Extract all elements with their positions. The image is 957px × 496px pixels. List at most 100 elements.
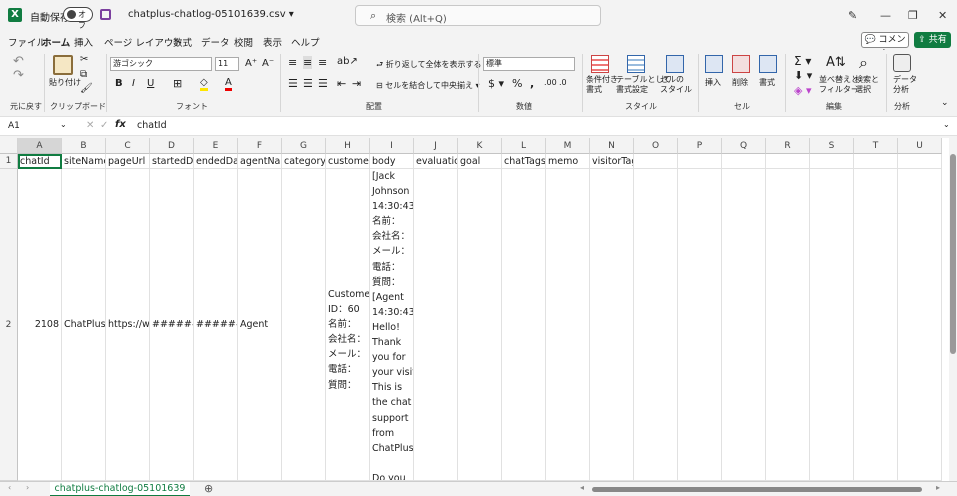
cell-c2[interactable]: https://wv xyxy=(106,169,150,481)
align-center-icon[interactable]: ☰ xyxy=(303,77,313,90)
insert-cells-icon[interactable] xyxy=(705,55,723,73)
sheet-tab[interactable]: chatplus-chatlog-05101639 xyxy=(50,482,190,496)
close-icon[interactable]: ✕ xyxy=(938,9,947,22)
decrease-decimal-icon[interactable]: .0 xyxy=(559,78,567,87)
search-input[interactable]: ⌕ 検索 (Alt+Q) xyxy=(355,5,601,26)
cell-t1[interactable] xyxy=(854,154,898,169)
collapse-ribbon-icon[interactable]: ⌄ xyxy=(941,98,949,108)
align-top-icon[interactable]: ≡ xyxy=(288,56,297,69)
italic-icon[interactable]: I xyxy=(132,78,135,89)
format-cells-label[interactable]: 書式 xyxy=(759,77,775,88)
sort-filter-icon[interactable]: A⇅ xyxy=(826,55,846,70)
cell-u2[interactable] xyxy=(898,169,942,481)
align-left-icon[interactable]: ☰ xyxy=(288,77,298,90)
cell-r2[interactable] xyxy=(766,169,810,481)
tab-formulas[interactable]: 数式 xyxy=(173,35,192,49)
delete-cells-icon[interactable] xyxy=(732,55,750,73)
font-name-select[interactable]: 游ゴシック xyxy=(110,57,212,71)
comment-button[interactable]: 💬 コメント xyxy=(861,32,909,59)
font-size-select[interactable]: 11 xyxy=(215,57,239,71)
merge-center-button[interactable]: ⊟ セルを結合して中央揃え ▾ xyxy=(376,80,480,91)
next-sheet-icon[interactable]: › xyxy=(26,483,29,492)
font-color-icon[interactable]: A xyxy=(225,77,232,91)
conditional-format-icon[interactable] xyxy=(591,55,609,73)
column-header-g[interactable]: G xyxy=(282,138,326,154)
cell-n2[interactable] xyxy=(590,169,634,481)
column-header-c[interactable]: C xyxy=(106,138,150,154)
column-header-s[interactable]: S xyxy=(810,138,854,154)
indent-increase-icon[interactable]: ⇥ xyxy=(352,77,361,90)
column-header-p[interactable]: P xyxy=(678,138,722,154)
cell-d1[interactable]: startedDat xyxy=(150,154,194,169)
percent-icon[interactable]: % xyxy=(512,77,522,90)
formula-input[interactable]: chatId xyxy=(137,120,167,131)
format-as-table-icon[interactable] xyxy=(627,55,645,73)
find-select-icon[interactable]: ⌕ xyxy=(859,53,868,73)
conditional-format-label[interactable]: 条件付き 書式 xyxy=(586,75,618,95)
tab-review[interactable]: 校閲 xyxy=(234,35,253,49)
cell-q1[interactable] xyxy=(722,154,766,169)
cell-styles-label[interactable]: セルの スタイル xyxy=(660,75,692,95)
tab-file[interactable]: ファイル xyxy=(8,35,46,49)
cell-f2[interactable]: Agent xyxy=(238,169,282,481)
orientation-icon[interactable]: ab↗ xyxy=(337,56,358,67)
decrease-font-icon[interactable]: A⁻ xyxy=(262,58,274,69)
column-header-a[interactable]: A xyxy=(18,138,62,154)
horizontal-scroll-thumb[interactable] xyxy=(592,487,922,492)
column-header-e[interactable]: E xyxy=(194,138,238,154)
cell-a2[interactable]: 2108 xyxy=(18,169,62,481)
autosave-toggle[interactable]: オフ xyxy=(63,7,93,30)
column-header-d[interactable]: D xyxy=(150,138,194,154)
column-header-h[interactable]: H xyxy=(326,138,370,154)
tab-view[interactable]: 表示 xyxy=(263,35,282,49)
insert-function-icon[interactable]: fx xyxy=(115,119,126,130)
column-header-u[interactable]: U xyxy=(898,138,942,154)
wrap-text-button[interactable]: ⮐ 折り返して全体を表示する xyxy=(376,59,482,73)
row-header-2[interactable]: 2 xyxy=(0,169,18,481)
name-box[interactable]: A1 xyxy=(4,119,66,134)
tab-help[interactable]: ヘルプ xyxy=(291,35,320,49)
increase-decimal-icon[interactable]: .00 xyxy=(544,78,557,87)
share-button[interactable]: ⇪ 共有 xyxy=(914,32,951,48)
format-cells-icon[interactable] xyxy=(759,55,777,73)
cell-n1[interactable]: visitorTags xyxy=(590,154,634,169)
cell-s1[interactable] xyxy=(810,154,854,169)
expand-formula-icon[interactable]: ⌄ xyxy=(943,120,950,129)
column-header-f[interactable]: F xyxy=(238,138,282,154)
row-header-1[interactable]: 1 xyxy=(0,154,18,169)
column-header-n[interactable]: N xyxy=(590,138,634,154)
column-header-i[interactable]: I xyxy=(370,138,414,154)
cell-k2[interactable] xyxy=(458,169,502,481)
spreadsheet-grid[interactable]: ABCDEFGHIJKLMNOPQRSTU 1 2 chatId 2108 site… xyxy=(0,138,949,481)
enter-icon[interactable]: ✓ xyxy=(100,120,108,131)
cell-p1[interactable] xyxy=(678,154,722,169)
cell-u1[interactable] xyxy=(898,154,942,169)
tab-page-layout[interactable]: ページ レイアウト xyxy=(104,35,183,49)
prev-sheet-icon[interactable]: ‹ xyxy=(8,483,11,492)
cell-g2[interactable] xyxy=(282,169,326,481)
cell-r1[interactable] xyxy=(766,154,810,169)
delete-cells-label[interactable]: 削除 xyxy=(732,77,748,88)
underline-icon[interactable]: U xyxy=(147,78,154,89)
fill-color-icon[interactable]: ◇ xyxy=(200,77,208,91)
align-right-icon[interactable]: ☰ xyxy=(318,77,328,90)
cell-p2[interactable] xyxy=(678,169,722,481)
cell-q2[interactable] xyxy=(722,169,766,481)
copy-icon[interactable]: ⧉ xyxy=(80,69,87,80)
indent-decrease-icon[interactable]: ⇤ xyxy=(337,77,346,90)
cell-d2[interactable]: ######## xyxy=(150,169,194,481)
redo-icon[interactable]: ↷ xyxy=(13,68,24,83)
data-analysis-icon[interactable] xyxy=(893,54,911,72)
vertical-scroll-thumb[interactable] xyxy=(950,154,956,354)
cell-i2[interactable]: [Jack Johnson 14:30:43] 名前： 会社名： メール： 電話… xyxy=(370,169,414,481)
fill-icon[interactable]: ⬇ ▾ xyxy=(794,69,812,82)
bold-icon[interactable]: B xyxy=(115,78,123,89)
cell-b1[interactable]: siteName xyxy=(62,154,106,169)
cell-f1[interactable]: agentNam xyxy=(238,154,282,169)
insert-cells-label[interactable]: 挿入 xyxy=(705,77,721,88)
scroll-left-icon[interactable]: ◂ xyxy=(580,483,584,492)
autosum-icon[interactable]: Σ ▾ xyxy=(794,54,811,68)
cell-i1[interactable]: body xyxy=(370,154,414,169)
column-header-t[interactable]: T xyxy=(854,138,898,154)
currency-icon[interactable]: $ ▾ xyxy=(488,77,504,90)
